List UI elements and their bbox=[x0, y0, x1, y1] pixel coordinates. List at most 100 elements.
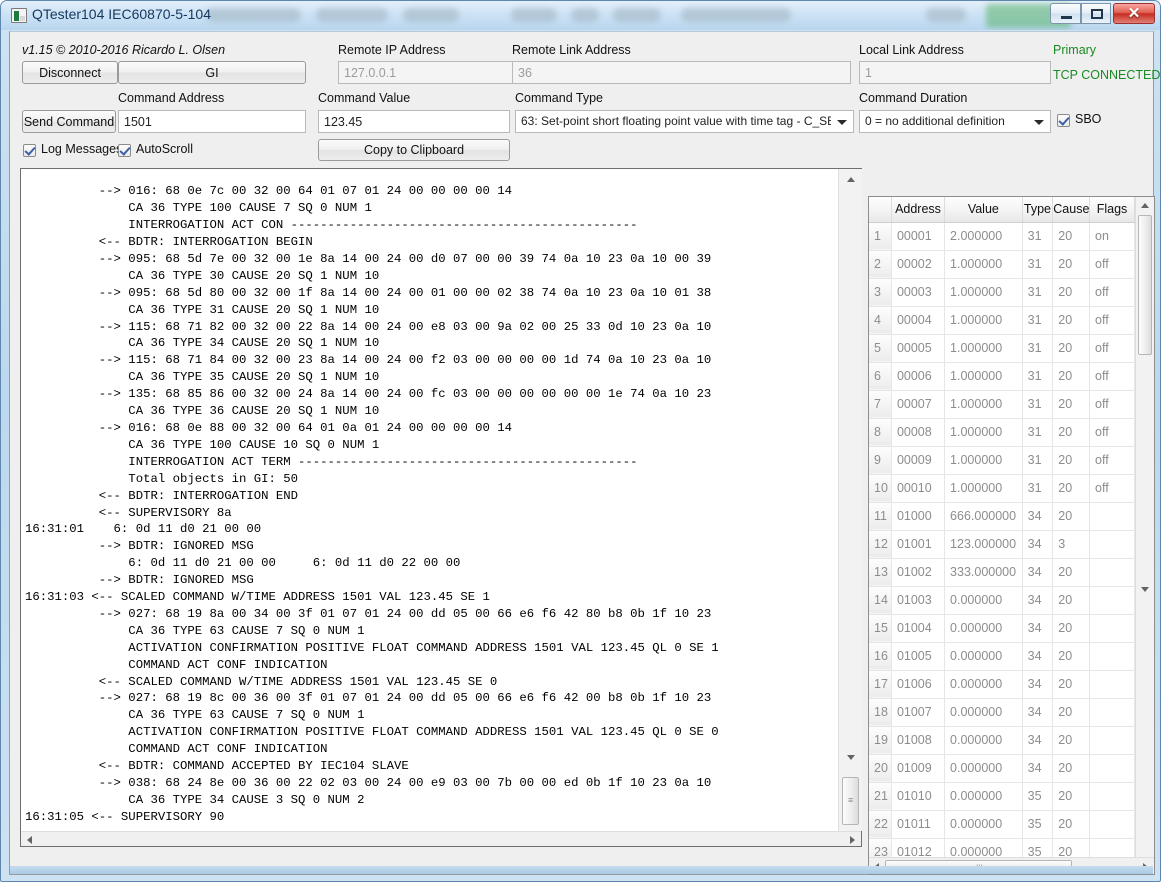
minimize-button[interactable] bbox=[1050, 3, 1081, 24]
cell-flags bbox=[1089, 558, 1135, 587]
scroll-up-icon[interactable] bbox=[1141, 203, 1149, 208]
table-vscroll-thumb[interactable] bbox=[1138, 215, 1152, 355]
command-value-input[interactable] bbox=[318, 110, 510, 133]
cell-flags: off bbox=[1089, 474, 1135, 503]
table-row[interactable]: 18 01007 0.000000 34 20 bbox=[869, 698, 1135, 727]
title-bar: QTester104 IEC60870-5-104 ✕ bbox=[1, 1, 1160, 30]
log-horizontal-scrollbar[interactable] bbox=[21, 831, 861, 846]
cell-value: 0.000000 bbox=[944, 782, 1023, 811]
scroll-down-icon[interactable] bbox=[847, 755, 855, 760]
scroll-left-icon[interactable] bbox=[27, 836, 32, 844]
chevron-down-icon bbox=[837, 120, 847, 125]
table-row[interactable]: 1 00001 2.000000 31 20 on bbox=[869, 222, 1135, 251]
cell-value: 1.000000 bbox=[944, 390, 1023, 419]
column-header-flags[interactable]: Flags bbox=[1089, 197, 1135, 223]
remote-ip-input[interactable] bbox=[338, 61, 530, 84]
command-type-select[interactable]: 63: Set-point short floating point value… bbox=[515, 110, 854, 133]
cell-value: 123.000000 bbox=[944, 530, 1023, 559]
column-header-address[interactable]: Address bbox=[891, 197, 946, 223]
cell-address: 01001 bbox=[891, 530, 946, 559]
cell-cause: 20 bbox=[1052, 390, 1091, 419]
cell-type: 34 bbox=[1022, 754, 1054, 783]
close-button[interactable]: ✕ bbox=[1113, 3, 1155, 24]
window-title: QTester104 IEC60870-5-104 bbox=[32, 6, 211, 22]
cell-cause: 20 bbox=[1052, 754, 1091, 783]
column-header-type[interactable]: Type bbox=[1022, 197, 1054, 223]
close-icon: ✕ bbox=[1127, 5, 1141, 22]
row-index: 5 bbox=[869, 334, 892, 363]
table-row[interactable]: 17 01006 0.000000 34 20 bbox=[869, 670, 1135, 699]
table-row[interactable]: 6 00006 1.000000 31 20 off bbox=[869, 362, 1135, 391]
command-duration-select[interactable]: 0 = no additional definition bbox=[859, 110, 1051, 133]
table-row[interactable]: 15 01004 0.000000 34 20 bbox=[869, 614, 1135, 643]
table-row[interactable]: 10 00010 1.000000 31 20 off bbox=[869, 474, 1135, 503]
cell-flags bbox=[1089, 782, 1135, 811]
command-address-input[interactable] bbox=[118, 110, 306, 133]
background-blur-text bbox=[926, 8, 966, 22]
send-command-button[interactable]: Send Command bbox=[22, 110, 116, 133]
row-index: 7 bbox=[869, 390, 892, 419]
table-row[interactable]: 22 01011 0.000000 35 20 bbox=[869, 810, 1135, 839]
cell-flags bbox=[1089, 502, 1135, 531]
cell-type: 34 bbox=[1022, 698, 1054, 727]
row-index: 22 bbox=[869, 810, 892, 839]
cell-value: 0.000000 bbox=[944, 586, 1023, 615]
cell-value: 1.000000 bbox=[944, 250, 1023, 279]
gi-button[interactable]: GI bbox=[118, 61, 306, 84]
table-row[interactable]: 7 00007 1.000000 31 20 off bbox=[869, 390, 1135, 419]
tcp-status-label: TCP CONNECTED! bbox=[1053, 68, 1161, 82]
cell-cause: 20 bbox=[1052, 446, 1091, 475]
log-messages-label: Log Messages bbox=[41, 142, 123, 156]
cell-flags bbox=[1089, 530, 1135, 559]
remote-ip-label: Remote IP Address bbox=[338, 43, 446, 57]
cell-cause: 20 bbox=[1052, 250, 1091, 279]
cell-type: 34 bbox=[1022, 642, 1054, 671]
cell-cause: 20 bbox=[1052, 614, 1091, 643]
maximize-button[interactable] bbox=[1081, 3, 1111, 24]
background-blur-text bbox=[206, 8, 301, 22]
scroll-down-icon[interactable] bbox=[1141, 587, 1149, 592]
table-row[interactable]: 3 00003 1.000000 31 20 off bbox=[869, 278, 1135, 307]
cell-cause: 20 bbox=[1052, 278, 1091, 307]
column-header-value[interactable]: Value bbox=[944, 197, 1023, 223]
column-header-cause[interactable]: Cause bbox=[1052, 197, 1091, 223]
cell-value: 0.000000 bbox=[944, 726, 1023, 755]
log-vscroll-thumb[interactable]: ≡ bbox=[842, 777, 859, 825]
table-row[interactable]: 16 01005 0.000000 34 20 bbox=[869, 642, 1135, 671]
table-row[interactable]: 5 00005 1.000000 31 20 off bbox=[869, 334, 1135, 363]
row-index: 11 bbox=[869, 502, 892, 531]
scroll-up-icon[interactable] bbox=[847, 177, 855, 182]
cell-value: 0.000000 bbox=[944, 838, 1023, 857]
sbo-label: SBO bbox=[1075, 112, 1102, 126]
cell-value: 666.000000 bbox=[944, 502, 1023, 531]
table-row[interactable]: 20 01009 0.000000 34 20 bbox=[869, 754, 1135, 783]
table-row[interactable]: 14 01003 0.000000 34 20 bbox=[869, 586, 1135, 615]
copy-to-clipboard-button[interactable]: Copy to Clipboard bbox=[318, 139, 510, 161]
scroll-right-icon[interactable] bbox=[850, 836, 855, 844]
table-row[interactable]: 2 00002 1.000000 31 20 off bbox=[869, 250, 1135, 279]
table-vertical-scrollbar[interactable] bbox=[1135, 197, 1154, 857]
cell-cause: 3 bbox=[1052, 530, 1091, 559]
table-row[interactable]: 8 00008 1.000000 31 20 off bbox=[869, 418, 1135, 447]
cell-cause: 20 bbox=[1052, 670, 1091, 699]
cell-address: 00007 bbox=[891, 390, 946, 419]
row-index: 13 bbox=[869, 558, 892, 587]
table-row[interactable]: 12 01001 123.000000 34 3 bbox=[869, 530, 1135, 559]
table-row[interactable]: 11 01000 666.000000 34 20 bbox=[869, 502, 1135, 531]
table-row[interactable]: 4 00004 1.000000 31 20 off bbox=[869, 306, 1135, 335]
table-row[interactable]: 19 01008 0.000000 34 20 bbox=[869, 726, 1135, 755]
row-index: 15 bbox=[869, 614, 892, 643]
cell-type: 34 bbox=[1022, 670, 1054, 699]
row-index: 9 bbox=[869, 446, 892, 475]
table-row[interactable]: 23 01012 0.000000 35 20 bbox=[869, 838, 1135, 857]
table-row[interactable]: 21 01010 0.000000 35 20 bbox=[869, 782, 1135, 811]
table-row[interactable]: 9 00009 1.000000 31 20 off bbox=[869, 446, 1135, 475]
local-link-input[interactable] bbox=[859, 61, 1051, 84]
table-row[interactable]: 13 01002 333.000000 34 20 bbox=[869, 558, 1135, 587]
disconnect-button[interactable]: Disconnect bbox=[22, 61, 118, 84]
cell-address: 01011 bbox=[891, 810, 946, 839]
status-strip bbox=[10, 866, 1153, 874]
column-header-index[interactable] bbox=[869, 197, 892, 223]
log-vertical-scrollbar[interactable]: ≡ bbox=[838, 169, 862, 831]
remote-link-input[interactable] bbox=[512, 61, 851, 84]
